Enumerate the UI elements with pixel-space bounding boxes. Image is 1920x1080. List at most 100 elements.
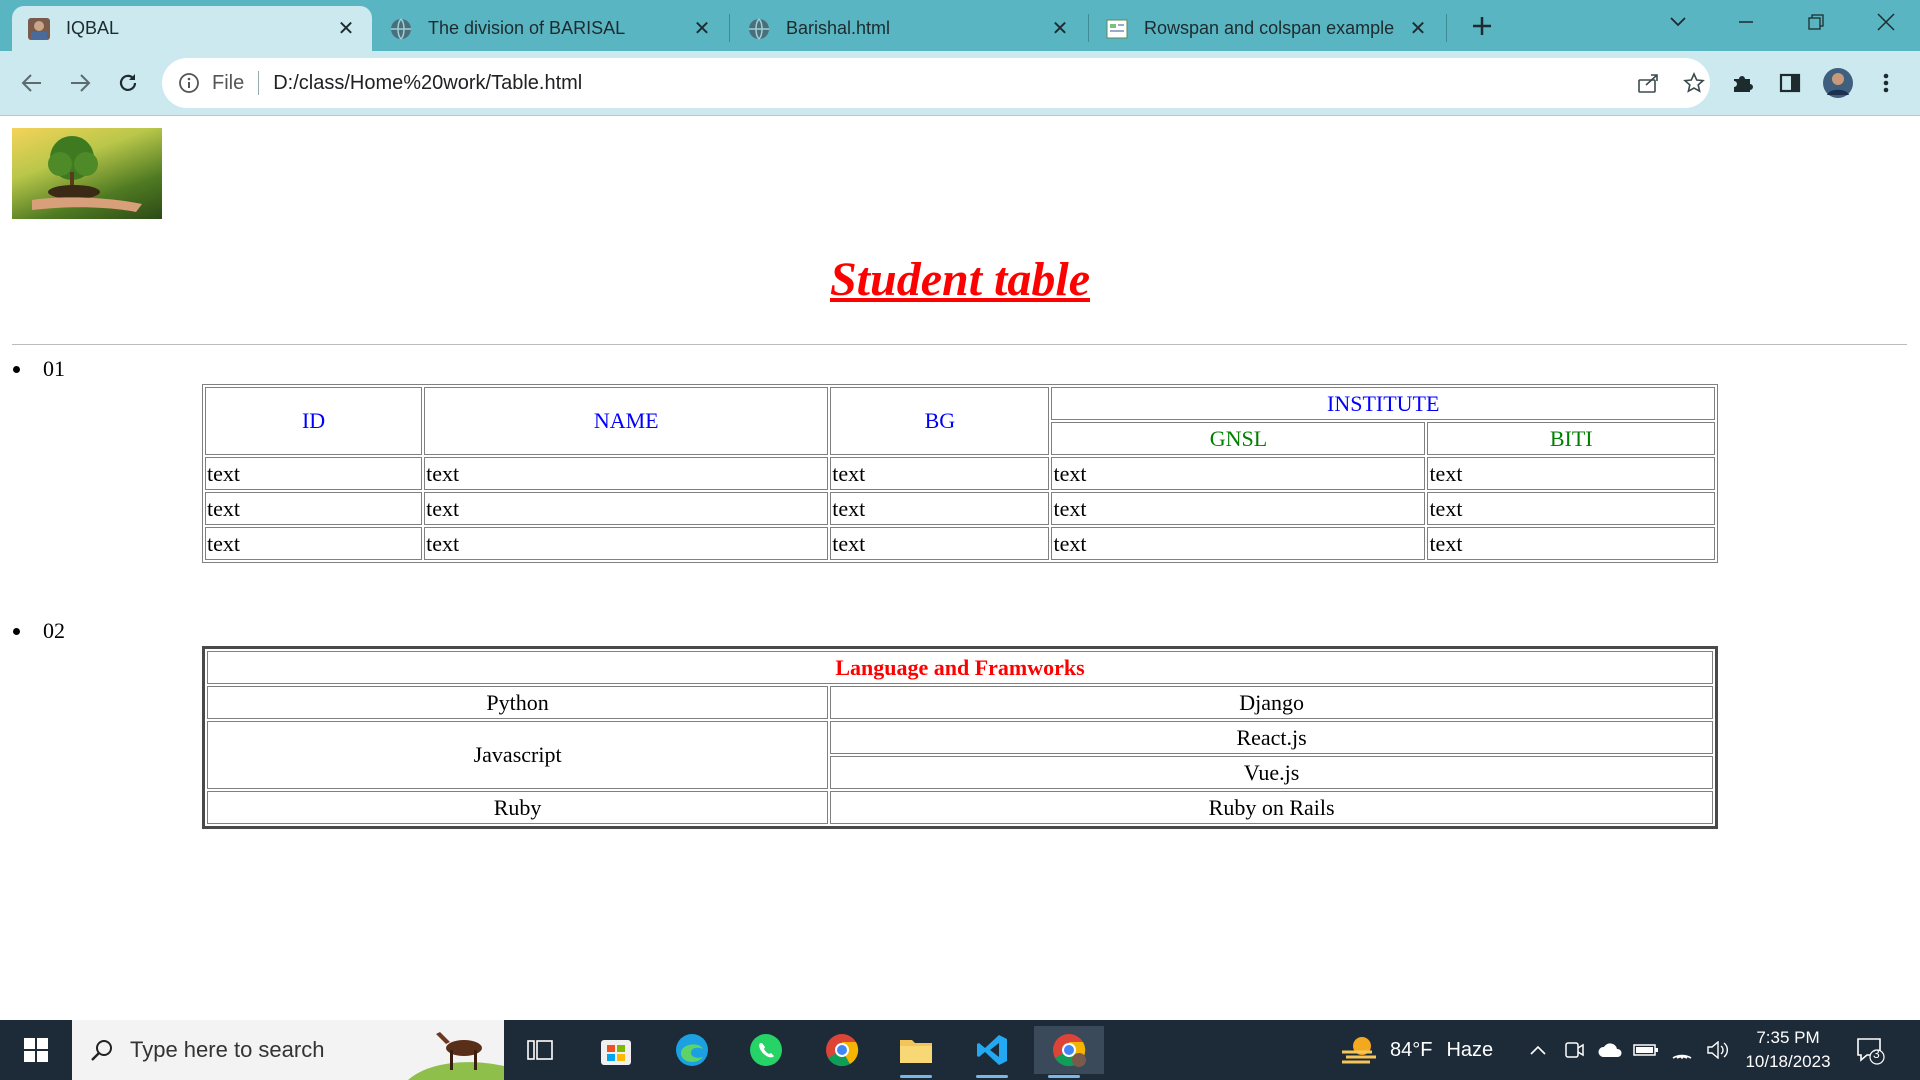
new-tab-button[interactable] bbox=[1466, 10, 1498, 42]
menu-button[interactable] bbox=[1866, 63, 1906, 103]
whatsapp-button[interactable] bbox=[736, 1026, 796, 1074]
table-cell: text bbox=[1051, 492, 1426, 525]
haze-sun-icon bbox=[1342, 1037, 1376, 1064]
meet-now-icon bbox=[1565, 1042, 1584, 1058]
wifi-icon[interactable] bbox=[1668, 1038, 1696, 1062]
tab-search-button[interactable] bbox=[1648, 4, 1708, 40]
student-table: ID NAME BG INSTITUTE GNSL BITI text text… bbox=[202, 384, 1718, 563]
weather-condition: Haze bbox=[1446, 1038, 1494, 1061]
table-row: text text text text text bbox=[205, 457, 1715, 490]
kebab-menu-icon bbox=[1883, 73, 1889, 93]
microsoft-store-button[interactable] bbox=[586, 1026, 646, 1074]
system-clock[interactable]: 7:35 PM 10/18/2023 bbox=[1736, 1026, 1840, 1074]
clock-date: 10/18/2023 bbox=[1745, 1052, 1831, 1071]
address-bar[interactable]: File D:/class/Home%20work/Table.html bbox=[162, 58, 1710, 108]
table-row: Python Django bbox=[207, 686, 1713, 719]
start-button[interactable] bbox=[0, 1020, 72, 1080]
url-scheme: File bbox=[212, 71, 245, 94]
language-cell: Python bbox=[207, 686, 829, 719]
restore-button[interactable] bbox=[1786, 4, 1846, 40]
table-cell: text bbox=[424, 492, 829, 525]
weather-temperature: 84°F bbox=[1390, 1038, 1433, 1061]
chevron-down-icon bbox=[1670, 17, 1686, 27]
puzzle-icon bbox=[1734, 76, 1753, 92]
notifications-button[interactable]: 3 bbox=[1852, 1034, 1888, 1066]
table-cell: text bbox=[1427, 457, 1715, 490]
task-view-icon bbox=[527, 1040, 553, 1060]
taskbar-search[interactable]: Type here to search bbox=[72, 1020, 504, 1080]
file-explorer-button[interactable] bbox=[886, 1026, 946, 1078]
side-panel-button[interactable] bbox=[1770, 63, 1810, 103]
tab-barishal-html[interactable]: Barishal.html ✕ bbox=[732, 6, 1086, 51]
avatar bbox=[1823, 68, 1853, 98]
volume-icon[interactable] bbox=[1704, 1038, 1732, 1062]
tab-separator bbox=[1088, 14, 1089, 42]
header-gnsl: GNSL bbox=[1051, 422, 1426, 455]
close-icon[interactable]: ✕ bbox=[1406, 17, 1430, 41]
bookmark-button[interactable] bbox=[1678, 67, 1710, 99]
profile-photo-favicon bbox=[28, 17, 50, 40]
onedrive-icon[interactable] bbox=[1596, 1038, 1624, 1062]
tab-rowspan-colspan[interactable]: Rowspan and colspan example ✕ bbox=[1090, 6, 1444, 51]
bullet-dot bbox=[13, 365, 20, 373]
notification-count: 3 bbox=[1873, 1047, 1880, 1061]
share-icon bbox=[1638, 74, 1658, 93]
chrome-button[interactable] bbox=[812, 1026, 872, 1074]
list-marker: 02 bbox=[43, 618, 65, 643]
globe-icon bbox=[748, 17, 770, 40]
speaker-icon bbox=[1707, 1041, 1728, 1059]
arrow-right-icon bbox=[71, 74, 91, 92]
tab-division-of-barisal[interactable]: The division of BARISAL ✕ bbox=[374, 6, 728, 51]
table-cell: text bbox=[424, 457, 829, 490]
tab-title: IQBAL bbox=[66, 18, 120, 38]
tab-strip: IQBAL ✕ The division of BARISAL ✕ Barish… bbox=[0, 0, 1920, 51]
wifi-icon bbox=[1672, 1054, 1692, 1059]
framework-cell: Vue.js bbox=[830, 756, 1713, 789]
chrome-profile-button[interactable] bbox=[1034, 1026, 1104, 1078]
extensions-button[interactable] bbox=[1722, 63, 1762, 103]
globe-icon bbox=[390, 17, 412, 40]
chrome-icon bbox=[1053, 1034, 1086, 1067]
url-separator bbox=[258, 71, 260, 95]
header-institute: INSTITUTE bbox=[1051, 387, 1715, 420]
star-icon bbox=[1683, 72, 1705, 93]
battery-icon[interactable] bbox=[1632, 1038, 1660, 1062]
reload-button[interactable] bbox=[108, 63, 148, 103]
table-cell: text bbox=[424, 527, 829, 560]
close-icon[interactable]: ✕ bbox=[1048, 17, 1072, 41]
minimize-button[interactable] bbox=[1716, 4, 1776, 40]
close-icon[interactable]: ✕ bbox=[334, 17, 358, 41]
profile-button[interactable] bbox=[1818, 63, 1858, 103]
edge-button[interactable] bbox=[662, 1026, 722, 1074]
close-icon[interactable]: ✕ bbox=[690, 17, 714, 41]
languages-table: Language and Framworks Python Django Jav… bbox=[202, 646, 1718, 829]
language-cell: Ruby bbox=[207, 791, 829, 824]
table-cell: text bbox=[205, 457, 423, 490]
plus-icon bbox=[1473, 17, 1491, 35]
table-cell: text bbox=[830, 527, 1050, 560]
minimize-icon bbox=[1739, 21, 1753, 23]
info-icon[interactable] bbox=[178, 72, 200, 94]
task-view-button[interactable] bbox=[510, 1026, 570, 1074]
vscode-button[interactable] bbox=[962, 1026, 1022, 1078]
show-hidden-icons-button[interactable] bbox=[1524, 1038, 1552, 1062]
table-cell: text bbox=[1427, 527, 1715, 560]
table-row: text text text text text bbox=[205, 492, 1715, 525]
chrome-icon bbox=[826, 1034, 859, 1067]
side-panel-icon bbox=[1779, 73, 1801, 93]
meet-now-icon[interactable] bbox=[1560, 1038, 1588, 1062]
close-window-button[interactable] bbox=[1856, 4, 1916, 40]
back-button[interactable] bbox=[12, 63, 52, 103]
store-icon bbox=[601, 1040, 631, 1065]
url-text[interactable]: D:/class/Home%20work/Table.html bbox=[273, 72, 582, 95]
close-icon bbox=[1877, 13, 1895, 31]
tab-title: Rowspan and colspan example bbox=[1144, 18, 1395, 38]
table-cell: text bbox=[1427, 492, 1715, 525]
forward-button[interactable] bbox=[60, 63, 100, 103]
share-button[interactable] bbox=[1632, 67, 1664, 99]
windows-icon bbox=[24, 1038, 48, 1062]
tab-iqbal[interactable]: IQBAL ✕ bbox=[12, 6, 372, 51]
table-cell: text bbox=[1051, 457, 1426, 490]
page-viewport: Student table 01 ID NAME BG INSTITUTE GN… bbox=[0, 116, 1920, 1020]
weather-widget[interactable]: 84°F Haze bbox=[1340, 1020, 1493, 1080]
